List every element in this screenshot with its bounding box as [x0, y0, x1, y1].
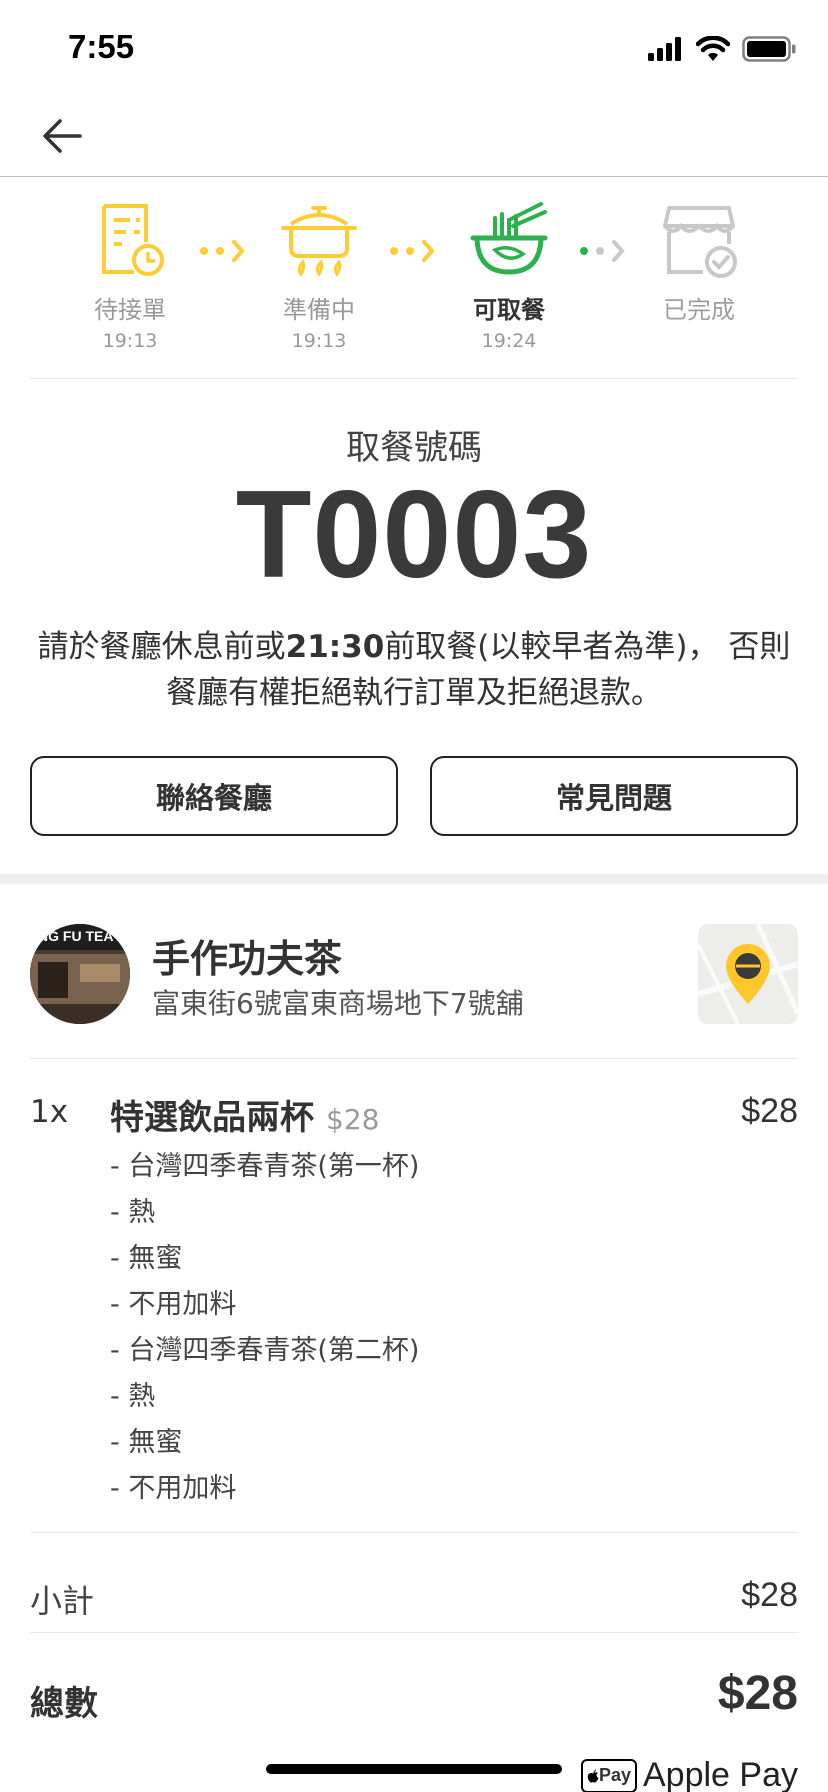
step-label: 準備中 — [283, 296, 355, 324]
store-avatar: NG FU TEA — [30, 924, 130, 1024]
pickup-number-title: 取餐號碼 — [346, 428, 482, 468]
subtotal-value: $28 — [741, 1576, 798, 1614]
step-completed: 已完成 — [624, 200, 774, 330]
apple-pay-badge: Pay — [581, 1758, 637, 1792]
step-label: 待接單 — [94, 296, 166, 324]
step-label: 可取餐 — [473, 296, 545, 324]
back-button[interactable] — [40, 114, 84, 158]
map-pin-icon — [698, 924, 798, 1024]
back-arrow-icon — [43, 119, 82, 153]
faq-button[interactable]: 常見問題 — [430, 756, 798, 836]
divider — [30, 1632, 798, 1633]
item-option: - 台灣四季春青茶(第一杯) — [110, 1151, 420, 1182]
pickup-number: T0003 — [235, 466, 593, 604]
item-name-line: 特選飲品兩杯 $28 — [110, 1090, 379, 1139]
item-option: - 無蜜 — [110, 1427, 183, 1458]
item-option: - 不用加料 — [110, 1473, 237, 1504]
step-label: 已完成 — [663, 296, 735, 324]
section-divider — [0, 874, 828, 884]
item-option: - 熱 — [110, 1381, 156, 1412]
store-check-icon — [663, 206, 737, 278]
noodle-bowl-icon — [470, 202, 548, 275]
step-time: 19:13 — [102, 330, 158, 352]
note-deadline-time: 21:30 — [285, 629, 385, 665]
item-option: - 無蜜 — [110, 1243, 183, 1274]
item-name: 特選飲品兩杯 — [110, 1098, 314, 1138]
item-option: - 熱 — [110, 1197, 156, 1228]
contact-restaurant-button[interactable]: 聯絡餐廳 — [30, 756, 398, 836]
item-option: - 不用加料 — [110, 1289, 237, 1320]
apple-logo-icon — [587, 1768, 599, 1782]
nav-bar — [0, 100, 828, 177]
status-time: 7:55 — [68, 28, 135, 65]
store-info: NG FU TEA 手作功夫茶 富東街6號富東商場地下7號舖 — [30, 924, 798, 1026]
divider — [30, 1058, 798, 1059]
divider — [30, 378, 798, 379]
total-value: $28 — [717, 1667, 798, 1720]
payment-method: Pay Apple Pay — [581, 1756, 798, 1792]
total-row: 總數 $28 — [30, 1667, 798, 1728]
note-text: 請於餐廳休息前或 — [37, 629, 286, 665]
apple-pay-badge-text: Pay — [598, 1765, 632, 1785]
step-pending: 待接單 19:13 — [55, 200, 205, 352]
subtotal-row: 小計 $28 — [30, 1576, 798, 1620]
item-price: $28 — [741, 1092, 798, 1130]
store-avatar-text: NG FU TEA — [38, 928, 114, 944]
step-ready: 可取餐 19:24 — [434, 200, 584, 352]
battery-icon — [742, 36, 796, 62]
map-button[interactable] — [698, 924, 798, 1024]
item-options-list: - 台灣四季春青茶(第一杯) - 熱 - 無蜜 - 不用加料 - 台灣四季春青茶… — [110, 1144, 419, 1512]
store-name: 手作功夫茶 — [152, 937, 343, 981]
step-time: 19:13 — [291, 330, 347, 352]
home-indicator[interactable] — [266, 1764, 562, 1774]
order-receipt-clock-icon — [102, 204, 164, 276]
cooking-pot-icon — [281, 206, 357, 277]
step-preparing: 準備中 19:13 — [244, 200, 394, 352]
item-unit-price: $28 — [326, 1103, 380, 1136]
subtotal-label: 小計 — [30, 1582, 95, 1620]
item-option: - 台灣四季春青茶(第二杯) — [110, 1335, 420, 1366]
order-progress-stepper: 待接單 19:13 準備中 19:13 可取餐 19:24 已完成 — [0, 200, 828, 360]
payment-method-label: Apple Pay — [643, 1756, 798, 1792]
status-icons — [648, 36, 796, 62]
step-time: 19:24 — [481, 330, 537, 352]
total-label: 總數 — [30, 1684, 98, 1724]
divider — [30, 1532, 798, 1533]
pickup-deadline-note: 請於餐廳休息前或21:30前取餐(以較早者為準)， 否則餐廳有權拒絕執行訂單及拒… — [30, 624, 798, 716]
wifi-icon — [696, 36, 730, 61]
status-bar: 7:55 — [0, 0, 828, 100]
store-address: 富東街6號富東商場地下7號舖 — [152, 987, 524, 1020]
cellular-signal-icon — [648, 37, 681, 61]
item-quantity: 1x — [30, 1094, 69, 1130]
